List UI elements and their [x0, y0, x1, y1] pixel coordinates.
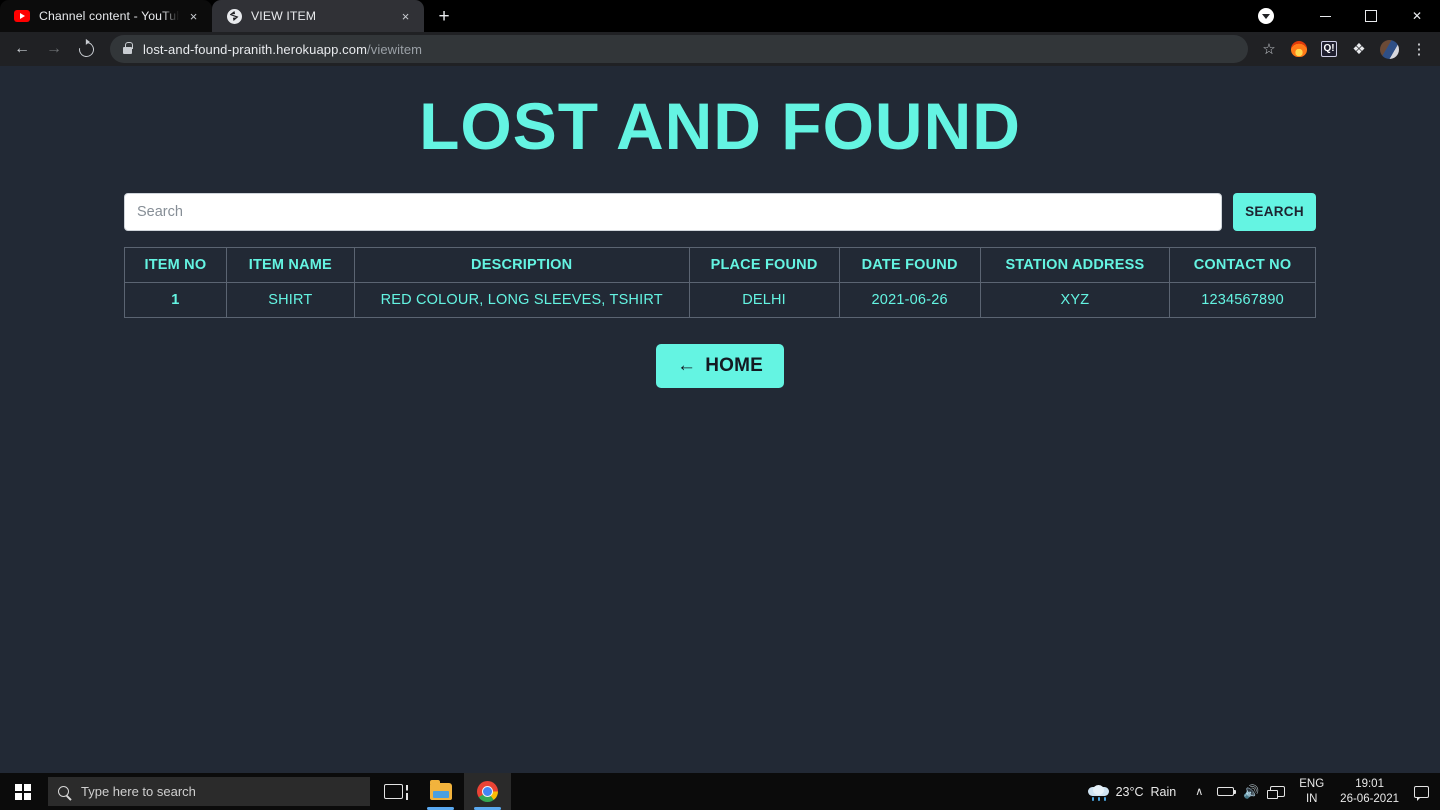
- column-header-description: DESCRIPTION: [353, 246, 690, 283]
- home-button-wrap: ← HOME: [124, 343, 1316, 388]
- task-view-icon[interactable]: [370, 773, 417, 810]
- lock-icon: [123, 42, 133, 54]
- browser-window: Channel content - YouTube Studi × VIEW I…: [0, 0, 1440, 810]
- extension-q-icon[interactable]: Q!: [1314, 34, 1344, 64]
- language-line-1: ENG: [1299, 777, 1325, 790]
- address-bar[interactable]: lost-and-found-pranith.herokuapp.com/vie…: [110, 35, 1248, 63]
- cell-item-no: 1: [124, 281, 227, 318]
- windows-logo-icon: [15, 783, 31, 800]
- chrome-menu-icon[interactable]: ⋮: [1404, 34, 1434, 64]
- column-header-item-name: ITEM NAME: [225, 246, 355, 283]
- bookmark-star-icon[interactable]: ☆: [1254, 34, 1284, 64]
- cell-description: RED COLOUR, LONG SLEEVES, TSHIRT: [353, 281, 690, 318]
- taskbar-search-placeholder: Type here to search: [81, 784, 196, 799]
- page-content: SEARCH ITEM NO ITEM NAME DESCRIPTION PLA…: [124, 192, 1316, 388]
- clock-time: 19:01: [1355, 777, 1384, 790]
- search-row: SEARCH: [124, 192, 1316, 231]
- window-controls: ✕: [1258, 0, 1440, 32]
- language-indicator[interactable]: ENG IN: [1290, 777, 1333, 807]
- battery-icon[interactable]: [1212, 773, 1238, 810]
- column-header-date-found: DATE FOUND: [838, 246, 981, 283]
- reload-icon[interactable]: [70, 34, 102, 64]
- windows-taskbar: Type here to search 23°C Rain ∧ 🔊 ENG IN…: [0, 773, 1440, 810]
- rain-cloud-icon: [1087, 784, 1109, 801]
- tab-view-item[interactable]: VIEW ITEM ×: [212, 0, 424, 32]
- table-header-row: ITEM NO ITEM NAME DESCRIPTION PLACE FOUN…: [124, 246, 1316, 283]
- show-hidden-icons-chevron[interactable]: ∧: [1186, 773, 1212, 810]
- chrome-update-icon[interactable]: [1258, 8, 1274, 24]
- clock[interactable]: 19:01 26-06-2021: [1333, 777, 1406, 807]
- minimize-button[interactable]: [1302, 0, 1348, 32]
- notifications-icon[interactable]: [1406, 773, 1436, 810]
- forward-button[interactable]: →: [38, 34, 70, 64]
- weather-widget[interactable]: 23°C Rain: [1078, 784, 1187, 801]
- close-icon[interactable]: ×: [185, 8, 202, 25]
- globe-icon: [226, 8, 242, 24]
- profile-avatar[interactable]: [1374, 34, 1404, 64]
- address-bar-text: lost-and-found-pranith.herokuapp.com/vie…: [143, 42, 422, 57]
- cell-contact-no: 1234567890: [1169, 281, 1316, 318]
- search-button[interactable]: SEARCH: [1233, 192, 1316, 231]
- home-button-label: HOME: [705, 354, 763, 376]
- tab-title: VIEW ITEM: [251, 9, 317, 23]
- tab-title: Channel content - YouTube Studi: [39, 9, 179, 23]
- google-chrome-icon[interactable]: [464, 773, 511, 810]
- close-icon[interactable]: ×: [397, 8, 414, 25]
- system-tray: 23°C Rain ∧ 🔊 ENG IN 19:01 26-06-2021: [1078, 773, 1440, 810]
- start-button[interactable]: [0, 773, 46, 810]
- close-window-button[interactable]: ✕: [1394, 0, 1440, 32]
- page-title: LOST AND FOUND: [419, 89, 1021, 163]
- tab-strip: Channel content - YouTube Studi × VIEW I…: [0, 0, 1440, 32]
- cell-station-address: XYZ: [979, 281, 1171, 318]
- youtube-icon: [14, 8, 30, 24]
- extension-fire-icon[interactable]: [1284, 34, 1314, 64]
- home-button[interactable]: ← HOME: [655, 343, 784, 388]
- page-viewport: LOST AND FOUND SEARCH ITEM NO ITEM NAME …: [0, 66, 1440, 773]
- column-header-item-no: ITEM NO: [124, 246, 227, 283]
- items-table: ITEM NO ITEM NAME DESCRIPTION PLACE FOUN…: [124, 246, 1316, 318]
- browser-toolbar: ← → lost-and-found-pranith.herokuapp.com…: [0, 32, 1440, 66]
- volume-icon[interactable]: 🔊: [1238, 773, 1264, 810]
- column-header-place-found: PLACE FOUND: [688, 246, 840, 283]
- weather-temperature: 23°C: [1115, 784, 1144, 799]
- cell-place-found: DELHI: [688, 281, 840, 318]
- cell-date-found: 2021-06-26: [838, 281, 981, 318]
- new-tab-button[interactable]: +: [430, 2, 458, 30]
- table-row: 1 SHIRT RED COLOUR, LONG SLEEVES, TSHIRT…: [124, 281, 1316, 318]
- arrow-left-icon: ←: [676, 355, 697, 377]
- url-path: /viewitem: [367, 41, 423, 57]
- network-icon[interactable]: [1264, 773, 1290, 810]
- maximize-button[interactable]: [1348, 0, 1394, 32]
- clock-date: 26-06-2021: [1340, 792, 1399, 805]
- search-input[interactable]: [124, 192, 1222, 231]
- language-line-2: IN: [1305, 792, 1318, 805]
- tab-youtube-studio[interactable]: Channel content - YouTube Studi ×: [0, 0, 212, 32]
- cell-item-name: SHIRT: [225, 281, 355, 318]
- taskbar-search-box[interactable]: Type here to search: [48, 777, 370, 806]
- file-explorer-icon[interactable]: [417, 773, 464, 810]
- column-header-contact-no: CONTACT NO: [1169, 246, 1316, 283]
- extensions-puzzle-icon[interactable]: ❖: [1344, 34, 1374, 64]
- search-icon: [58, 786, 69, 797]
- weather-condition: Rain: [1150, 784, 1177, 799]
- column-header-station-address: STATION ADDRESS: [979, 246, 1171, 283]
- url-domain: lost-and-found-pranith.herokuapp.com: [143, 41, 368, 57]
- back-button[interactable]: ←: [6, 34, 38, 64]
